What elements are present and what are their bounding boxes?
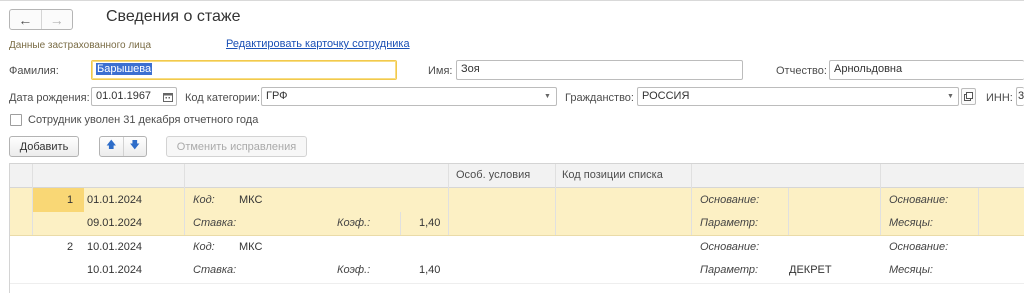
- basis2-label: Основание:: [889, 194, 949, 206]
- name-label: Имя:: [428, 65, 453, 77]
- column-divider: [880, 164, 881, 236]
- citizenship-field[interactable]: РОССИЯ: [637, 87, 959, 106]
- months-label: Месяцы:: [889, 264, 933, 276]
- add-button[interactable]: Добавить: [9, 136, 79, 157]
- code-label: Код:: [193, 194, 215, 206]
- top-divider: [0, 0, 1024, 1]
- date-to: 09.01.2024: [87, 217, 143, 229]
- basis-label: Основание:: [700, 194, 760, 206]
- category-code-field[interactable]: ГРФ: [261, 87, 557, 106]
- column-divider: [32, 164, 33, 236]
- birthdate-value: 01.01.1967: [96, 90, 152, 102]
- category-code-label: Код категории:: [185, 92, 261, 104]
- coef-value: 1,40: [419, 217, 441, 229]
- arrow-left-icon: ←: [18, 11, 33, 28]
- surname-field[interactable]: Барышева: [91, 60, 397, 80]
- code-value: МКС: [239, 241, 263, 253]
- param-label: Параметр:: [700, 217, 759, 229]
- rate-label: Ставка:: [193, 264, 237, 276]
- name-value: Зоя: [461, 63, 480, 75]
- param-value: ДЕКРЕТ: [789, 264, 832, 276]
- column-divider: [978, 188, 979, 236]
- inn-label: ИНН:: [986, 92, 1013, 104]
- date-from: 01.01.2024: [87, 194, 143, 206]
- birthdate-label: Дата рождения:: [9, 92, 90, 104]
- surname-value: Барышева: [96, 63, 153, 75]
- basis-label: Основание:: [700, 241, 760, 253]
- arrow-down-icon: 🡇: [129, 140, 140, 151]
- calendar-icon: [163, 92, 173, 102]
- citizenship-dropdown-icon[interactable]: ▼: [947, 93, 954, 100]
- seniority-table: Особ. условия Код позиции списка 1 01.01…: [9, 163, 1024, 293]
- basis2-label: Основание:: [889, 241, 949, 253]
- coef-label: Коэф.:: [337, 217, 371, 229]
- back-button[interactable]: ←: [10, 10, 42, 29]
- inn-field[interactable]: 3: [1016, 87, 1024, 106]
- coef-label: Коэф.:: [337, 264, 371, 276]
- column-divider: [400, 212, 401, 236]
- row-divider: [10, 283, 1024, 284]
- column-divider: [184, 164, 185, 236]
- table-header: Особ. условия Код позиции списка: [10, 164, 1024, 188]
- patronymic-value: Арнольдовна: [834, 63, 903, 75]
- citizenship-value: РОССИЯ: [642, 90, 690, 102]
- param-label: Параметр:: [700, 264, 759, 276]
- code-value: МКС: [239, 194, 263, 206]
- column-divider: [691, 164, 692, 236]
- edit-employee-card-link[interactable]: Редактировать карточку сотрудника: [226, 38, 410, 50]
- dismissed-label: Сотрудник уволен 31 декабря отчетного го…: [28, 114, 259, 126]
- header-special-conditions[interactable]: Особ. условия: [456, 169, 530, 181]
- column-divider: [788, 188, 789, 236]
- navigation-buttons: ← →: [9, 9, 73, 30]
- row-divider: [10, 235, 1024, 236]
- patronymic-field[interactable]: Арнольдовна: [829, 60, 1024, 80]
- move-up-button[interactable]: 🡅: [100, 137, 124, 156]
- section-label: Данные застрахованного лица: [9, 40, 152, 51]
- patronymic-label: Отчество:: [776, 65, 827, 77]
- page-title: Сведения о стаже: [106, 8, 241, 25]
- citizenship-label: Гражданство:: [565, 92, 634, 104]
- row-number-cell: [32, 188, 84, 212]
- column-divider: [448, 164, 449, 236]
- column-divider: [555, 164, 556, 236]
- category-dropdown-icon[interactable]: ▼: [544, 93, 551, 100]
- row-number: 2: [67, 241, 74, 253]
- row-number: 1: [67, 194, 74, 206]
- table-row[interactable]: 1 01.01.2024 09.01.2024 Код: МКС Ставка:…: [10, 188, 1024, 236]
- date-to: 10.01.2024: [87, 264, 143, 276]
- dismissed-checkbox[interactable]: [10, 114, 22, 126]
- calendar-button[interactable]: [161, 89, 175, 104]
- cancel-corrections-button[interactable]: Отменить исправления: [166, 136, 307, 157]
- forward-button[interactable]: →: [42, 10, 73, 29]
- arrow-up-icon: 🡅: [106, 140, 117, 151]
- coef-value: 1,40: [419, 264, 441, 276]
- table-row[interactable]: 2 10.01.2024 10.01.2024 Код: МКС Ставка:…: [10, 236, 1024, 284]
- name-field[interactable]: Зоя: [456, 60, 743, 80]
- code-label: Код:: [193, 241, 215, 253]
- move-buttons: 🡅 🡇: [99, 136, 147, 157]
- open-form-icon: [964, 92, 973, 101]
- surname-label: Фамилия:: [9, 65, 59, 77]
- citizenship-open-button[interactable]: [961, 88, 976, 105]
- date-from: 10.01.2024: [87, 241, 143, 253]
- rate-label: Ставка:: [193, 217, 237, 229]
- header-list-position-code[interactable]: Код позиции списка: [562, 169, 663, 181]
- move-down-button[interactable]: 🡇: [124, 137, 147, 156]
- category-code-value: ГРФ: [266, 90, 288, 102]
- months-label: Месяцы:: [889, 217, 933, 229]
- arrow-right-icon: →: [49, 11, 64, 28]
- inn-value: 3: [1018, 90, 1024, 102]
